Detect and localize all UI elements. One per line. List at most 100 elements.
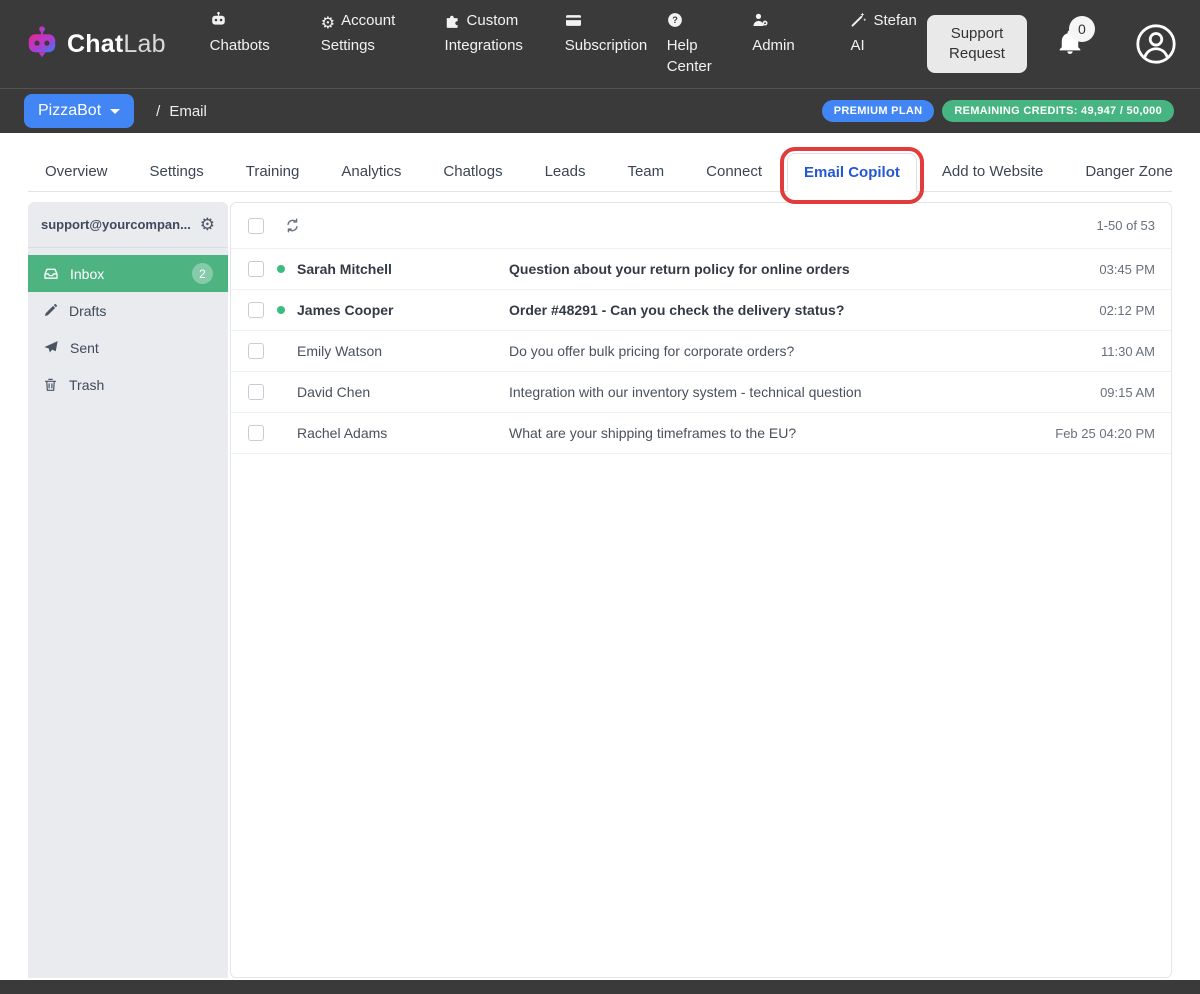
tab-email-copilot[interactable]: Email Copilot [787,153,917,192]
folder-label: Sent [70,340,99,356]
refresh-icon[interactable] [284,217,301,234]
email-time: 03:45 PM [1099,262,1155,277]
wand-icon [850,11,867,35]
account-selector[interactable]: support@yourcompan... ⚙︎ [28,202,228,248]
email-sender: Rachel Adams [297,425,509,441]
nav-item-account-settings[interactable]: ⚙︎Account Settings [321,10,407,57]
email-row[interactable]: Sarah Mitchell Question about your retur… [231,249,1171,290]
tab-team[interactable]: Team [610,152,681,191]
email-list-toolbar: 1-50 of 53 [231,203,1171,249]
unread-dot-icon [277,388,285,396]
select-checkbox[interactable] [248,343,264,359]
unread-dot-icon [277,429,285,437]
pagination-label: 1-50 of 53 [1096,218,1155,233]
support-request-button[interactable]: Support Request [927,15,1027,74]
bottom-bar [0,980,1200,994]
tab-analytics[interactable]: Analytics [324,152,418,191]
nav-item-admin[interactable]: Admin [752,10,812,57]
notifications-count-badge: 0 [1069,16,1095,42]
select-all-checkbox[interactable] [248,218,264,234]
unread-count-badge: 2 [192,263,213,284]
unread-dot-icon [277,306,285,314]
plan-badge: PREMIUM PLAN [822,100,935,122]
folder-list: Inbox 2 Drafts Sent Trash [28,255,228,403]
chatlab-logo-text: ChatLab [67,30,166,59]
tab-training[interactable]: Training [229,152,317,191]
folder-label: Trash [69,377,104,393]
select-checkbox[interactable] [248,425,264,441]
chatlab-logo[interactable]: ChatLab [24,24,166,65]
bot-tabs: Overview Settings Training Analytics Cha… [28,150,1172,192]
unread-dot-icon [277,265,285,273]
email-row[interactable]: James Cooper Order #48291 - Can you chec… [231,290,1171,331]
account-email: support@yourcompan... [41,217,194,232]
bot-breadcrumb-bar: PizzaBot / Email PREMIUM PLAN REMAINING … [0,88,1200,133]
select-checkbox[interactable] [248,302,264,318]
email-subject: Integration with our inventory system - … [509,384,1082,400]
inbox-icon [43,266,59,281]
email-time: 11:30 AM [1101,344,1155,359]
robot-icon [210,11,227,35]
tab-add-to-website[interactable]: Add to Website [925,152,1060,191]
send-icon [43,340,59,355]
email-row[interactable]: Emily Watson Do you offer bulk pricing f… [231,331,1171,372]
tab-settings[interactable]: Settings [133,152,221,191]
top-header: ChatLab Chatbots ⚙︎Account Settings Cust… [0,0,1200,88]
email-subject: Order #48291 - Can you check the deliver… [509,302,1081,318]
trash-icon [43,377,58,393]
folder-inbox[interactable]: Inbox 2 [28,255,228,292]
tab-danger-zone[interactable]: Danger Zone [1068,152,1190,191]
folder-sent[interactable]: Sent [28,329,228,366]
tab-chatlogs[interactable]: Chatlogs [426,152,519,191]
email-list-panel: 1-50 of 53 Sarah Mitchell Question about… [230,202,1172,978]
admin-icon [752,12,769,35]
svg-text:?: ? [672,15,678,25]
notifications-bell[interactable]: 0 [1057,28,1083,61]
puzzle-icon [445,12,461,35]
pencil-icon [43,303,58,318]
chatlab-robot-icon [24,24,60,65]
email-sender: Emily Watson [297,343,509,359]
email-sender: David Chen [297,384,509,400]
folder-label: Drafts [69,303,106,319]
credits-badge: REMAINING CREDITS: 49,947 / 50,000 [942,100,1174,122]
help-icon: ? [667,12,683,35]
nav-item-subscription[interactable]: Subscription [565,10,629,57]
bot-name: PizzaBot [38,102,101,120]
email-time: 02:12 PM [1099,303,1155,318]
bot-selector-dropdown[interactable]: PizzaBot [24,94,134,128]
email-row[interactable]: Rachel Adams What are your shipping time… [231,413,1171,454]
breadcrumb-separator: / [156,103,160,120]
email-subject: What are your shipping timeframes to the… [509,425,1037,441]
credit-card-icon [565,13,582,35]
breadcrumb: / Email [156,103,207,120]
mail-sidebar: support@yourcompan... ⚙︎ Inbox 2 Drafts [28,202,228,978]
email-time: Feb 25 04:20 PM [1055,426,1155,441]
unread-dot-icon [277,347,285,355]
gear-icon: ⚙︎ [321,13,335,35]
folder-label: Inbox [70,266,104,282]
nav-item-custom-integrations[interactable]: Custom Integrations [445,10,527,57]
bell-icon [1057,43,1083,60]
tab-overview[interactable]: Overview [28,152,125,191]
select-checkbox[interactable] [248,261,264,277]
email-time: 09:15 AM [1100,385,1155,400]
email-copilot-content: support@yourcompan... ⚙︎ Inbox 2 Drafts [28,202,1172,978]
folder-trash[interactable]: Trash [28,366,228,403]
email-row[interactable]: David Chen Integration with our inventor… [231,372,1171,413]
folder-drafts[interactable]: Drafts [28,292,228,329]
tab-connect[interactable]: Connect [689,152,779,191]
breadcrumb-current: Email [169,103,207,120]
chevron-down-icon [110,109,120,114]
email-sender: James Cooper [297,302,509,318]
top-nav: Chatbots ⚙︎Account Settings Custom Integ… [210,10,927,78]
select-checkbox[interactable] [248,384,264,400]
account-settings-gear-icon[interactable]: ⚙︎ [200,216,215,233]
tab-leads[interactable]: Leads [528,152,603,191]
email-subject: Question about your return policy for on… [509,261,1081,277]
email-subject: Do you offer bulk pricing for corporate … [509,343,1083,359]
user-avatar[interactable] [1135,23,1177,65]
nav-item-chatbots[interactable]: Chatbots [210,10,283,57]
nav-item-help-center[interactable]: ?Help Center [667,10,714,78]
nav-item-stefan-ai[interactable]: Stefan AI [850,10,927,57]
